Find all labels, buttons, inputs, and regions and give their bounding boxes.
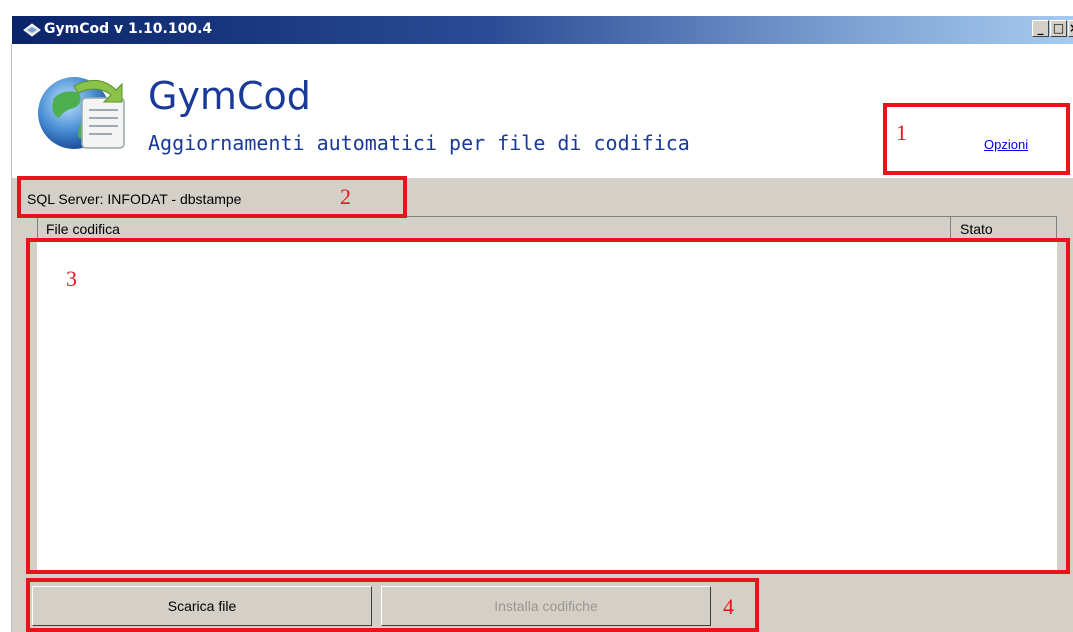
annotation-label-1: 1 [896,120,907,145]
annotation-label-2: 2 [340,184,351,209]
globe-logo-icon [38,77,125,149]
annotation-box-1 [883,103,1070,175]
window-title: GymCod v 1.10.100.4 [44,21,213,37]
annotation-box-3 [26,238,1070,574]
close-button[interactable]: × [1068,20,1073,37]
app-icon [23,23,41,37]
annotation-label-3: 3 [66,266,77,291]
list-header: File codifica Stato [37,216,1057,239]
title-bar[interactable]: GymCod v 1.10.100.4 _ □ × [12,16,1073,44]
minimize-button[interactable]: _ [1032,20,1049,37]
app-name-title: GymCod [148,74,311,118]
annotation-box-4 [26,578,759,632]
app-subtitle: Aggiornamenti automatici per file di cod… [148,131,690,155]
maximize-button[interactable]: □ [1050,20,1067,37]
column-header-file[interactable]: File codifica [38,217,951,238]
column-header-status[interactable]: Stato [951,217,1056,238]
annotation-label-4: 4 [723,594,734,619]
